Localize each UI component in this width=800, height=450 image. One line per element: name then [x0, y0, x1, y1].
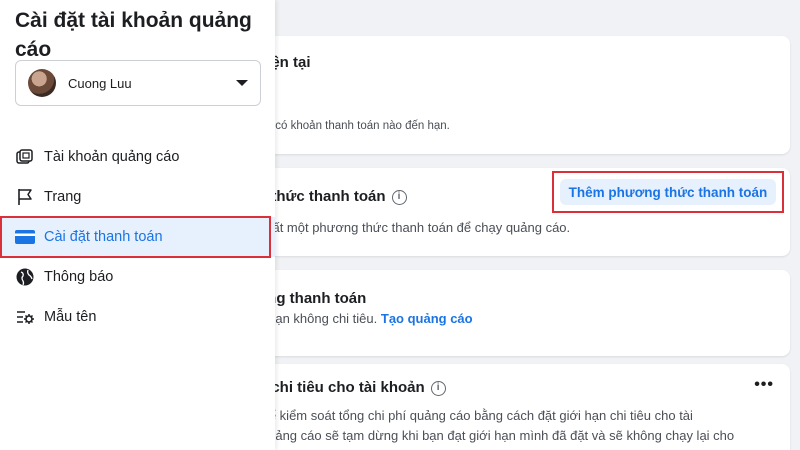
- sidebar-item-label: Mẫu tên: [44, 309, 97, 325]
- sidebar-nav: Tài khoản quảng cáo Trang Cài đặt thanh …: [0, 137, 275, 337]
- sidebar-item-notifications[interactable]: Thông báo: [0, 257, 275, 297]
- sidebar-item-payment-settings[interactable]: Cài đặt thanh toán: [0, 216, 275, 258]
- payment-activity-card: ộng thanh toán y bạn không chi tiêu. Tạo…: [238, 270, 790, 356]
- payment-methods-card: g thức thanh toán i Thêm phương thức than…: [238, 168, 790, 256]
- naming-template-icon: [14, 306, 36, 328]
- page-title: Cài đặt tài khoản quảng cáo: [15, 9, 252, 61]
- info-icon[interactable]: i: [391, 189, 407, 205]
- spending-limit-card: n chi tiêu cho tài khoản i ••• thể kiểm s…: [238, 364, 790, 450]
- ad-accounts-icon: [14, 146, 36, 168]
- more-options-icon[interactable]: •••: [754, 376, 774, 394]
- card-title-text: n chi tiêu cho tài khoản: [258, 379, 425, 396]
- sidebar-item-naming-template[interactable]: Mẫu tên: [0, 297, 275, 337]
- highlight-box: [0, 216, 271, 258]
- card-title-text: g thức thanh toán: [258, 188, 386, 205]
- card-text: Quảng cáo sẽ tạm dừng khi bạn đạt giới h…: [258, 428, 735, 443]
- sidebar-item-pages[interactable]: Trang: [0, 177, 275, 217]
- sidebar: Cài đặt tài khoản quảng cáo Cuong Luu Tà…: [0, 0, 275, 450]
- card-title: g thức thanh toán i: [258, 188, 407, 205]
- card-text-content: y bạn không chi tiêu.: [258, 311, 378, 326]
- highlight-box: Thêm phương thức thanh toán: [552, 171, 784, 213]
- avatar: [28, 69, 56, 97]
- account-selector[interactable]: Cuong Luu: [15, 60, 261, 106]
- create-ad-link[interactable]: Tạo quảng cáo: [381, 311, 473, 326]
- globe-icon: [14, 266, 36, 288]
- account-name: Cuong Luu: [68, 75, 132, 91]
- card-text: y bạn không chi tiêu. Tạo quảng cáo: [258, 311, 473, 326]
- card-title: n chi tiêu cho tài khoản i: [258, 379, 446, 396]
- info-icon[interactable]: i: [430, 380, 446, 396]
- sidebar-item-label: Thông báo: [44, 269, 114, 285]
- add-payment-method-button[interactable]: Thêm phương thức thanh toán: [560, 179, 776, 205]
- card-text: nhất một phương thức thanh toán để chạy …: [258, 220, 571, 235]
- flag-icon: [14, 186, 36, 208]
- sidebar-item-label: Trang: [44, 189, 82, 205]
- sidebar-item-ad-accounts[interactable]: Tài khoản quảng cáo: [0, 137, 275, 177]
- card-text: ưa có khoản thanh toán nào đến hạn.: [258, 120, 450, 132]
- card-text: thể kiểm soát tổng chi phí quảng cáo bằn…: [258, 408, 693, 423]
- caret-down-icon: [236, 80, 248, 86]
- current-balance-card: hiện tại ưa có khoản thanh toán nào đến …: [238, 36, 790, 154]
- sidebar-item-label: Tài khoản quảng cáo: [44, 149, 180, 165]
